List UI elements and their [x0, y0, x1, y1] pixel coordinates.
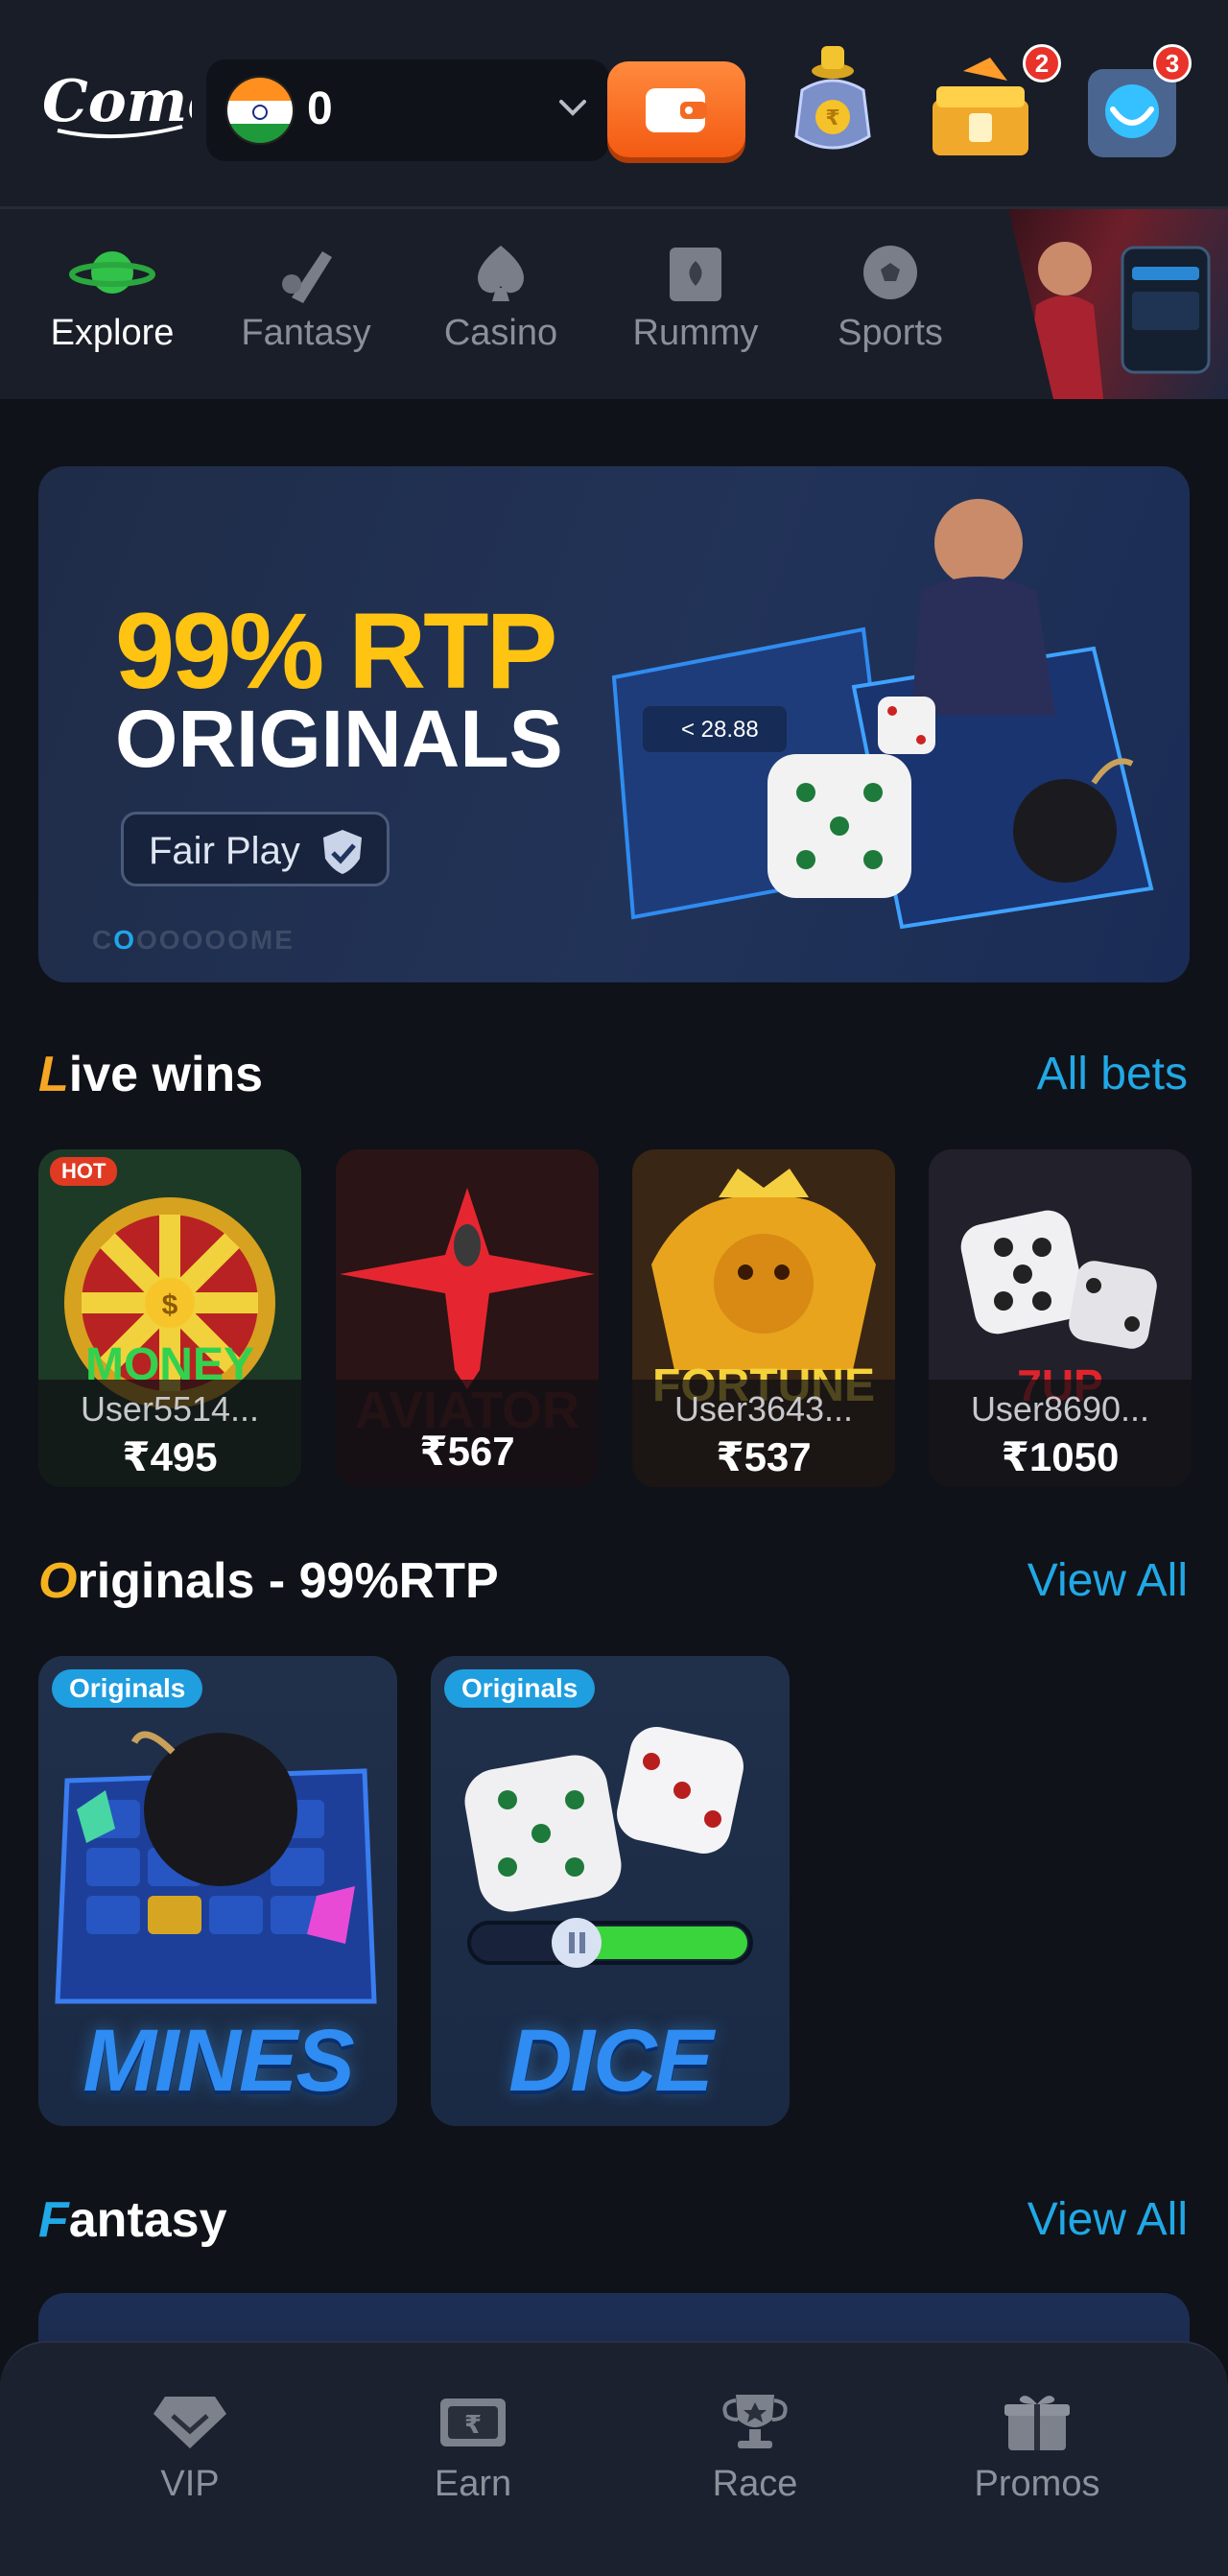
live-win-card[interactable]: $ MONEY HOT User5514... ₹495 — [38, 1149, 301, 1487]
all-bets-link[interactable]: All bets — [1037, 1048, 1188, 1100]
originals-badge: Originals — [444, 1669, 596, 1708]
win-amount: ₹567 — [419, 1429, 515, 1474]
promo-phone-image — [1027, 242, 1211, 399]
balance-amount: 0 — [307, 83, 333, 134]
originals-title: Originals - 99%RTP — [38, 1553, 499, 1609]
live-wins-title: Live wins — [38, 1047, 264, 1102]
cards-icon — [670, 248, 721, 301]
india-flag-icon — [225, 76, 295, 145]
top-header: Come 0 ₹ 2 — [0, 0, 1228, 209]
promo-thumbnail[interactable] — [1008, 209, 1228, 399]
shield-check-icon — [323, 830, 362, 874]
chevron-down-icon — [559, 100, 586, 116]
planet-icon — [69, 251, 155, 294]
fantasy-view-all-link[interactable]: View All — [1027, 2193, 1188, 2246]
support-notification-badge: 3 — [1153, 44, 1192, 83]
bottom-nav: VIP ₹ Earn Race Promos — [0, 2341, 1228, 2576]
svg-text:< 28.88: < 28.88 — [681, 717, 759, 743]
diamond-icon — [154, 2397, 226, 2448]
carousel-indicator[interactable]: COOOOOOME — [92, 925, 295, 956]
trophy-icon — [722, 2395, 788, 2448]
come-logo[interactable]: Come — [38, 61, 192, 148]
dice-game-name: DICE — [508, 2012, 714, 2110]
money-jar-icon[interactable]: ₹ — [775, 33, 890, 167]
fantasy-title: Fantasy — [38, 2192, 227, 2248]
bat-ball-icon — [282, 251, 332, 303]
fair-play-badge: Fair Play — [121, 812, 390, 886]
live-win-card[interactable]: FORTUNE User3643... ₹537 — [632, 1149, 895, 1487]
treasure-chest-icon — [933, 58, 1028, 155]
category-casino[interactable]: Casino — [410, 238, 592, 372]
hot-tag: HOT — [50, 1157, 118, 1186]
win-username: User5514... — [80, 1389, 260, 1429]
category-nav: Explore Fantasy Casino Rummy Sports — [0, 209, 1228, 399]
win-amount: ₹495 — [122, 1434, 218, 1479]
nav-race[interactable]: Race — [649, 2391, 861, 2505]
wallet-button[interactable] — [607, 61, 745, 157]
win-amount: ₹1050 — [1001, 1434, 1120, 1479]
rupee-card-icon: ₹ — [440, 2399, 506, 2446]
category-explore[interactable]: Explore — [21, 238, 203, 372]
chest-notification-badge: 2 — [1023, 44, 1061, 83]
category-rummy[interactable]: Rummy — [604, 238, 787, 372]
gift-icon — [1004, 2396, 1070, 2450]
nav-promos[interactable]: Promos — [932, 2391, 1143, 2505]
hero-banner[interactable]: < 28.88 99% RTP ORIGINALS Fair Play COOO… — [38, 466, 1190, 982]
mines-game-name: MINES — [83, 2012, 354, 2110]
wallet-icon — [646, 88, 707, 132]
hero-originals-artwork: < 28.88 — [611, 499, 1154, 930]
nav-vip[interactable]: VIP — [84, 2391, 295, 2505]
svg-text:₹: ₹ — [464, 2410, 482, 2439]
nav-earn[interactable]: ₹ Earn — [367, 2391, 579, 2505]
mines-game-card[interactable]: Originals MINES — [38, 1656, 397, 2126]
category-sports[interactable]: Sports — [799, 238, 981, 372]
category-fantasy[interactable]: Fantasy — [215, 238, 397, 372]
customer-support-button[interactable]: 3 — [1074, 33, 1192, 167]
spade-icon — [477, 246, 525, 301]
live-win-card[interactable]: 7UP User8690... ₹1050 — [929, 1149, 1192, 1487]
svg-text:$: $ — [162, 1289, 178, 1321]
svg-text:₹: ₹ — [825, 106, 839, 130]
dice-game-card[interactable]: Originals DICE — [431, 1656, 790, 2126]
country-balance-selector[interactable]: 0 — [206, 59, 609, 161]
soccer-ball-icon — [863, 246, 917, 299]
win-amount: ₹537 — [716, 1434, 812, 1479]
treasure-chest-button[interactable]: 2 — [923, 33, 1061, 167]
originals-badge: Originals — [52, 1669, 203, 1708]
originals-view-all-link[interactable]: View All — [1027, 1554, 1188, 1607]
hero-subheadline: ORIGINALS — [115, 694, 563, 784]
win-username: User8690... — [970, 1389, 1150, 1429]
svg-text:Come: Come — [42, 68, 192, 135]
live-win-card[interactable]: AVIATOR ₹567 — [336, 1149, 599, 1487]
win-username: User3643... — [673, 1389, 854, 1429]
